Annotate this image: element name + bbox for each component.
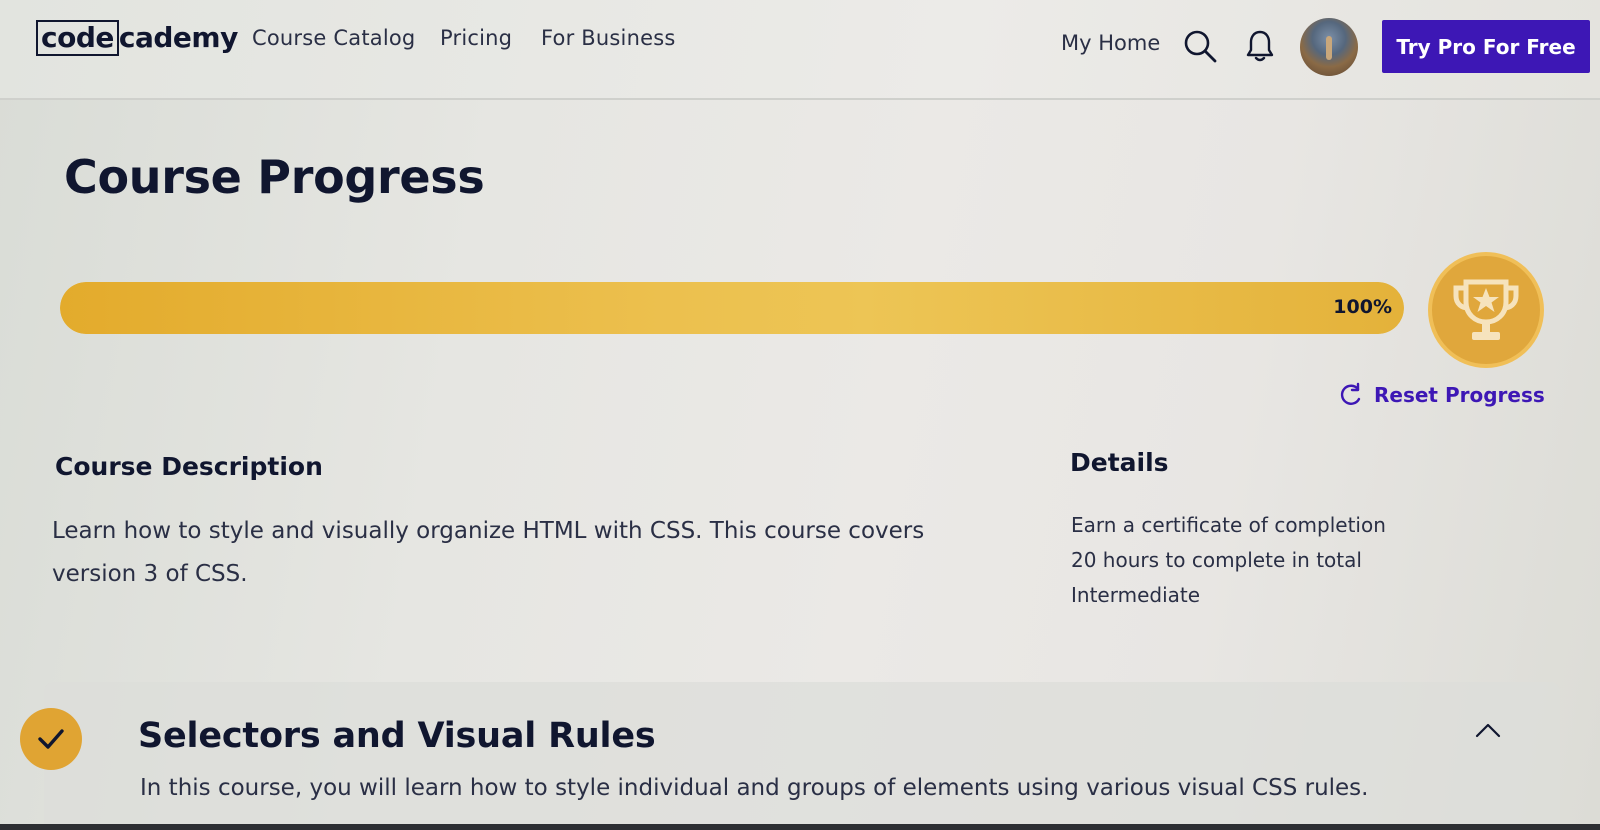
details-heading: Details xyxy=(1070,448,1169,477)
reset-progress-label: Reset Progress xyxy=(1374,383,1545,407)
progress-bar: 100% xyxy=(60,282,1404,334)
bell-icon[interactable] xyxy=(1244,28,1276,64)
details-item-level: Intermediate xyxy=(1071,583,1201,607)
reset-progress-link[interactable]: Reset Progress xyxy=(1338,382,1545,408)
module-description: In this course, you will learn how to st… xyxy=(140,775,1369,801)
nav-for-business[interactable]: For Business xyxy=(541,26,676,50)
progress-bar-fill: 100% xyxy=(60,282,1404,334)
details-item-hours: 20 hours to complete in total xyxy=(1071,548,1362,572)
screen-bezel xyxy=(0,824,1600,830)
logo-code: code xyxy=(36,20,119,56)
completed-check-icon xyxy=(20,708,82,770)
logo-cademy: cademy xyxy=(118,21,238,54)
nav-pricing[interactable]: Pricing xyxy=(440,26,512,50)
search-icon[interactable] xyxy=(1182,28,1218,64)
details-list: Earn a certificate of completion 20 hour… xyxy=(1071,508,1386,613)
trophy-icon xyxy=(1453,279,1519,340)
course-description-heading: Course Description xyxy=(55,452,323,481)
top-nav: code cademy Course Catalog Pricing For Bu… xyxy=(0,0,1600,100)
chevron-up-icon[interactable] xyxy=(1475,722,1501,743)
module-card[interactable] xyxy=(44,682,1560,830)
codecademy-logo[interactable]: code cademy xyxy=(36,18,238,58)
nav-course-catalog[interactable]: Course Catalog xyxy=(252,26,415,50)
my-home-link[interactable]: My Home xyxy=(1061,31,1160,55)
details-item-certificate: Earn a certificate of completion xyxy=(1071,513,1386,537)
progress-percent: 100% xyxy=(1333,296,1392,318)
page-title: Course Progress xyxy=(64,150,485,204)
try-pro-button[interactable]: Try Pro For Free xyxy=(1382,20,1590,73)
reset-icon xyxy=(1340,382,1361,405)
module-title[interactable]: Selectors and Visual Rules xyxy=(138,716,656,756)
avatar[interactable] xyxy=(1300,18,1358,76)
trophy-badge xyxy=(1428,252,1544,368)
course-description-text: Learn how to style and visually organize… xyxy=(52,518,925,587)
